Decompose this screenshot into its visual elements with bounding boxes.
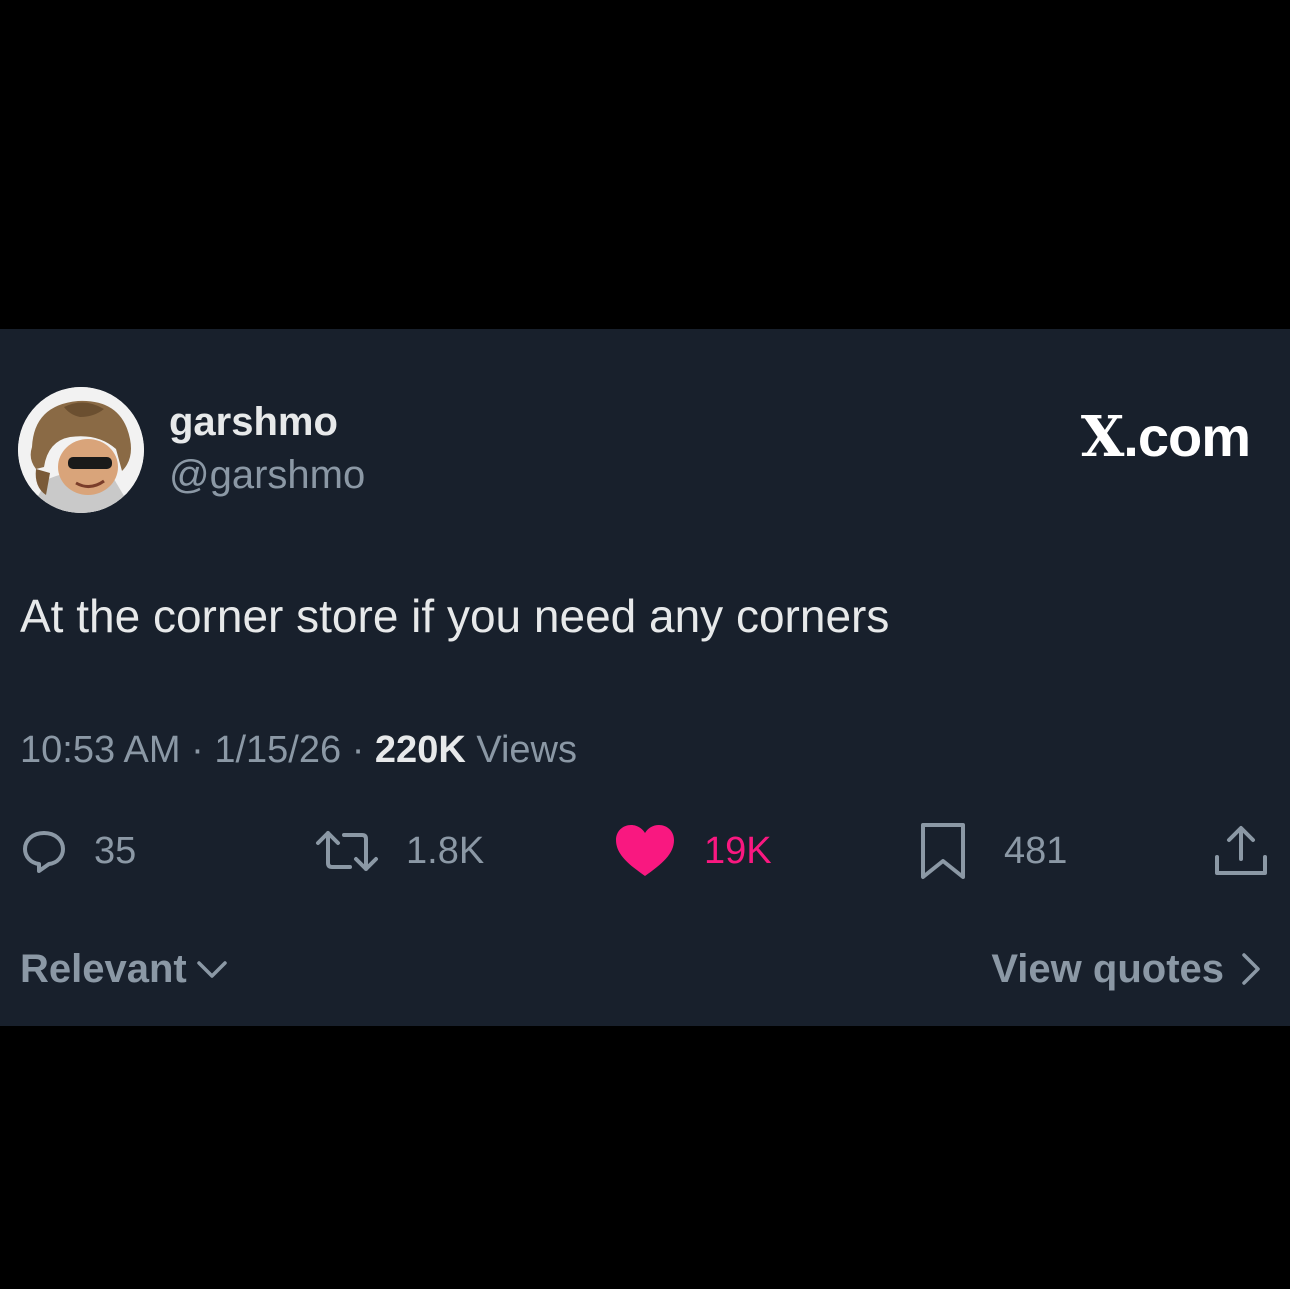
reply-button[interactable]: 35 bbox=[22, 823, 136, 879]
repost-button[interactable]: 1.8K bbox=[314, 823, 484, 879]
heart-icon bbox=[614, 824, 676, 878]
repost-count: 1.8K bbox=[406, 830, 485, 872]
bookmark-button[interactable]: 481 bbox=[918, 823, 1067, 879]
avatar[interactable] bbox=[18, 387, 144, 513]
tweet-card: garshmo @garshmo X.com At the corner sto… bbox=[0, 329, 1290, 1026]
sort-dropdown[interactable]: Relevant bbox=[20, 949, 229, 989]
tweet-text: At the corner store if you need any corn… bbox=[20, 590, 890, 642]
share-icon bbox=[1212, 823, 1270, 879]
meta-separator: · bbox=[341, 729, 375, 771]
author-handle[interactable]: @garshmo bbox=[169, 455, 365, 495]
bookmark-count: 481 bbox=[1004, 830, 1068, 872]
views-count: 220K bbox=[374, 729, 466, 771]
like-button[interactable]: 19K bbox=[614, 823, 772, 879]
chevron-down-icon bbox=[195, 958, 229, 980]
tweet-time[interactable]: 10:53 AM bbox=[20, 729, 181, 771]
sort-label: Relevant bbox=[20, 947, 187, 991]
reply-icon bbox=[22, 829, 66, 873]
repost-icon bbox=[314, 829, 380, 873]
share-button[interactable] bbox=[1212, 823, 1270, 879]
tweet-meta: 10:53 AM · 1/15/26 · 220K Views bbox=[20, 731, 577, 769]
reply-count: 35 bbox=[94, 830, 137, 872]
meta-separator: · bbox=[180, 729, 215, 771]
views-label: Views bbox=[465, 729, 578, 771]
view-quotes-link[interactable]: View quotes bbox=[991, 949, 1262, 989]
bookmark-icon bbox=[918, 821, 968, 881]
x-logo-letter: X bbox=[1080, 404, 1124, 470]
brand-suffix: .com bbox=[1123, 405, 1251, 468]
like-count: 19K bbox=[704, 830, 772, 872]
author-display-name[interactable]: garshmo bbox=[169, 402, 338, 442]
tweet-date[interactable]: 1/15/26 bbox=[214, 729, 341, 771]
avatar-image bbox=[18, 387, 144, 513]
chevron-right-icon bbox=[1240, 951, 1262, 987]
brand-logo: X.com bbox=[1081, 409, 1251, 466]
view-quotes-label: View quotes bbox=[991, 947, 1224, 991]
